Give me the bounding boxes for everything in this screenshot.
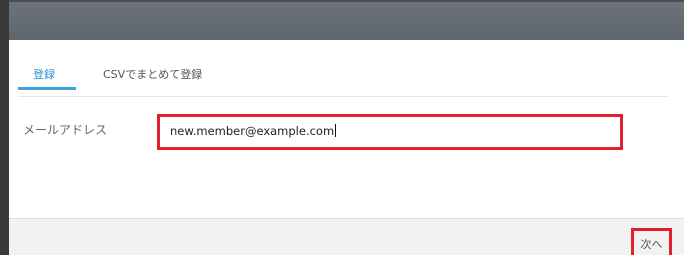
tab-csv-bulk-register[interactable]: CSVでまとめて登録 bbox=[103, 66, 202, 82]
text-caret bbox=[335, 124, 337, 137]
tab-register[interactable]: 登録 bbox=[33, 66, 55, 82]
dialog-footer bbox=[9, 218, 684, 255]
tabs-divider bbox=[18, 96, 668, 97]
email-input-value[interactable]: new.member@example.com bbox=[170, 124, 337, 138]
dialog-header bbox=[9, 0, 684, 40]
active-tab-indicator bbox=[18, 87, 76, 90]
window-frame-edge bbox=[0, 0, 9, 255]
next-button[interactable]: 次へ bbox=[631, 228, 672, 255]
email-field[interactable]: new.member@example.com bbox=[157, 114, 623, 150]
registration-dialog: 登録 CSVでまとめて登録 メールアドレス new.member@example… bbox=[9, 0, 684, 255]
tab-bar: 登録 CSVでまとめて登録 bbox=[18, 60, 668, 90]
email-label: メールアドレス bbox=[23, 123, 108, 137]
email-text: new.member@example.com bbox=[170, 124, 335, 138]
